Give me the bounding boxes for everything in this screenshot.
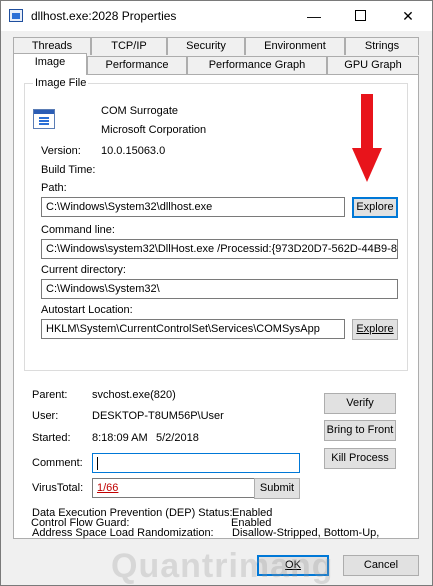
verify-button[interactable]: Verify — [324, 393, 396, 414]
tab-security[interactable]: Security — [167, 37, 245, 55]
path-field[interactable]: C:\Windows\System32\dllhost.exe — [41, 197, 345, 217]
minimize-button[interactable]: — — [291, 1, 337, 31]
path-explore-button[interactable]: Explore — [352, 197, 398, 218]
path-label: Path: — [41, 182, 67, 194]
virustotal-field: 1/66 — [92, 478, 260, 498]
tab-gpu-graph[interactable]: GPU Graph — [327, 56, 419, 74]
current-directory-field[interactable]: C:\Windows\System32\ — [41, 279, 398, 299]
submit-button[interactable]: Submit — [254, 478, 300, 499]
executable-icon — [33, 109, 55, 129]
virustotal-result-link[interactable]: 1/66 — [97, 482, 118, 494]
tab-image[interactable]: Image — [13, 53, 87, 75]
close-button[interactable]: ✕ — [385, 1, 431, 31]
file-company: Microsoft Corporation — [101, 124, 207, 136]
tab-tcpip[interactable]: TCP/IP — [91, 37, 167, 55]
tab-performance-graph[interactable]: Performance Graph — [187, 56, 327, 74]
command-line-field[interactable]: C:\Windows\system32\DllHost.exe /Process… — [41, 239, 398, 259]
window-title: dllhost.exe:2028 Properties — [31, 9, 177, 23]
started-date: 5/2/2018 — [156, 432, 199, 444]
current-directory-label: Current directory: — [41, 264, 126, 276]
autostart-location-field[interactable]: HKLM\System\CurrentControlSet\Services\C… — [41, 319, 345, 339]
virustotal-label: VirusTotal: — [32, 482, 84, 494]
started-label: Started: — [32, 432, 71, 444]
properties-window: dllhost.exe:2028 Properties — ✕ Threads … — [0, 0, 433, 586]
command-line-label: Command line: — [41, 224, 115, 236]
watermark: Quantrimang — [111, 547, 334, 585]
build-time-label: Build Time: — [41, 164, 96, 176]
app-icon — [9, 9, 23, 22]
comment-input[interactable] — [92, 453, 300, 473]
comment-label: Comment: — [32, 457, 83, 469]
image-file-group-label: Image File — [33, 77, 89, 89]
parent-label: Parent: — [32, 389, 68, 401]
text-cursor — [97, 457, 98, 470]
maximize-icon — [354, 10, 366, 22]
version-value: 10.0.15063.0 — [101, 145, 166, 157]
image-file-group: Image File COM Surrogate Microsoft Corpo… — [24, 77, 408, 371]
cfg-label: Control Flow Guard: — [31, 517, 130, 529]
tab-performance[interactable]: Performance — [87, 56, 187, 74]
version-label: Version: — [41, 145, 81, 157]
maximize-button[interactable] — [337, 1, 383, 31]
annotation-arrow-icon — [352, 94, 382, 182]
cfg-value: Enabled — [231, 517, 272, 529]
user-value: DESKTOP-T8UM56P\User — [92, 410, 224, 422]
autostart-location-label: Autostart Location: — [41, 304, 133, 316]
file-description: COM Surrogate — [101, 105, 179, 117]
autostart-explore-label: Explore — [356, 323, 394, 335]
tab-strings[interactable]: Strings — [345, 37, 419, 55]
tab-environment[interactable]: Environment — [245, 37, 345, 55]
parent-value: svchost.exe(820) — [92, 389, 176, 401]
cancel-button[interactable]: Cancel — [343, 555, 419, 576]
autostart-explore-button[interactable]: Explore — [352, 319, 398, 340]
bring-to-front-button[interactable]: Bring to Front — [324, 420, 396, 441]
title-bar[interactable]: dllhost.exe:2028 Properties — ✕ — [1, 1, 432, 31]
user-label: User: — [32, 410, 59, 422]
kill-process-button[interactable]: Kill Process — [324, 448, 396, 469]
started-time: 8:18:09 AM — [92, 432, 148, 444]
